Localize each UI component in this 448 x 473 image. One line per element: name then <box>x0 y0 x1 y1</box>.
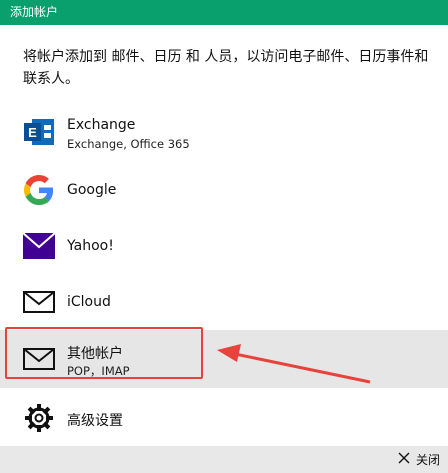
gear-icon <box>22 401 56 435</box>
account-item-other[interactable]: 其他帐户 POP，IMAP <box>0 330 448 388</box>
svg-text:E: E <box>28 125 37 140</box>
window-titlebar: 添加帐户 <box>0 0 448 25</box>
intro-text: 将帐户添加到 邮件、日历 和 人员，以访问电子邮件、日历事件和联系人。 <box>23 49 429 87</box>
account-label: iCloud <box>67 294 111 310</box>
close-icon <box>398 452 410 467</box>
account-sublabel: POP，IMAP <box>67 364 130 378</box>
close-button[interactable]: 关闭 <box>398 446 440 473</box>
advanced-settings-item[interactable]: 高级设置 <box>0 390 448 446</box>
account-sublabel: Exchange, Office 365 <box>67 137 190 151</box>
account-item-exchange[interactable]: E Exchange Exchange, Office 365 <box>0 104 448 160</box>
mail-envelope-icon <box>22 285 56 319</box>
mail-envelope-icon <box>22 342 56 376</box>
account-item-yahoo[interactable]: Yahoo! <box>0 218 448 274</box>
exchange-icon: E <box>22 115 56 149</box>
close-label: 关闭 <box>415 453 440 467</box>
advanced-settings-label: 高级设置 <box>67 413 123 429</box>
window-title: 添加帐户 <box>10 5 59 19</box>
footer-bar: 关闭 <box>0 446 448 473</box>
account-label: Yahoo! <box>67 238 114 254</box>
yahoo-mail-icon <box>22 229 56 263</box>
account-label: 其他帐户 <box>67 346 123 362</box>
google-icon <box>22 173 56 207</box>
account-item-google[interactable]: Google <box>0 162 448 218</box>
account-label: Exchange <box>67 117 136 133</box>
account-item-icloud[interactable]: iCloud <box>0 274 448 330</box>
account-label: Google <box>67 182 117 198</box>
